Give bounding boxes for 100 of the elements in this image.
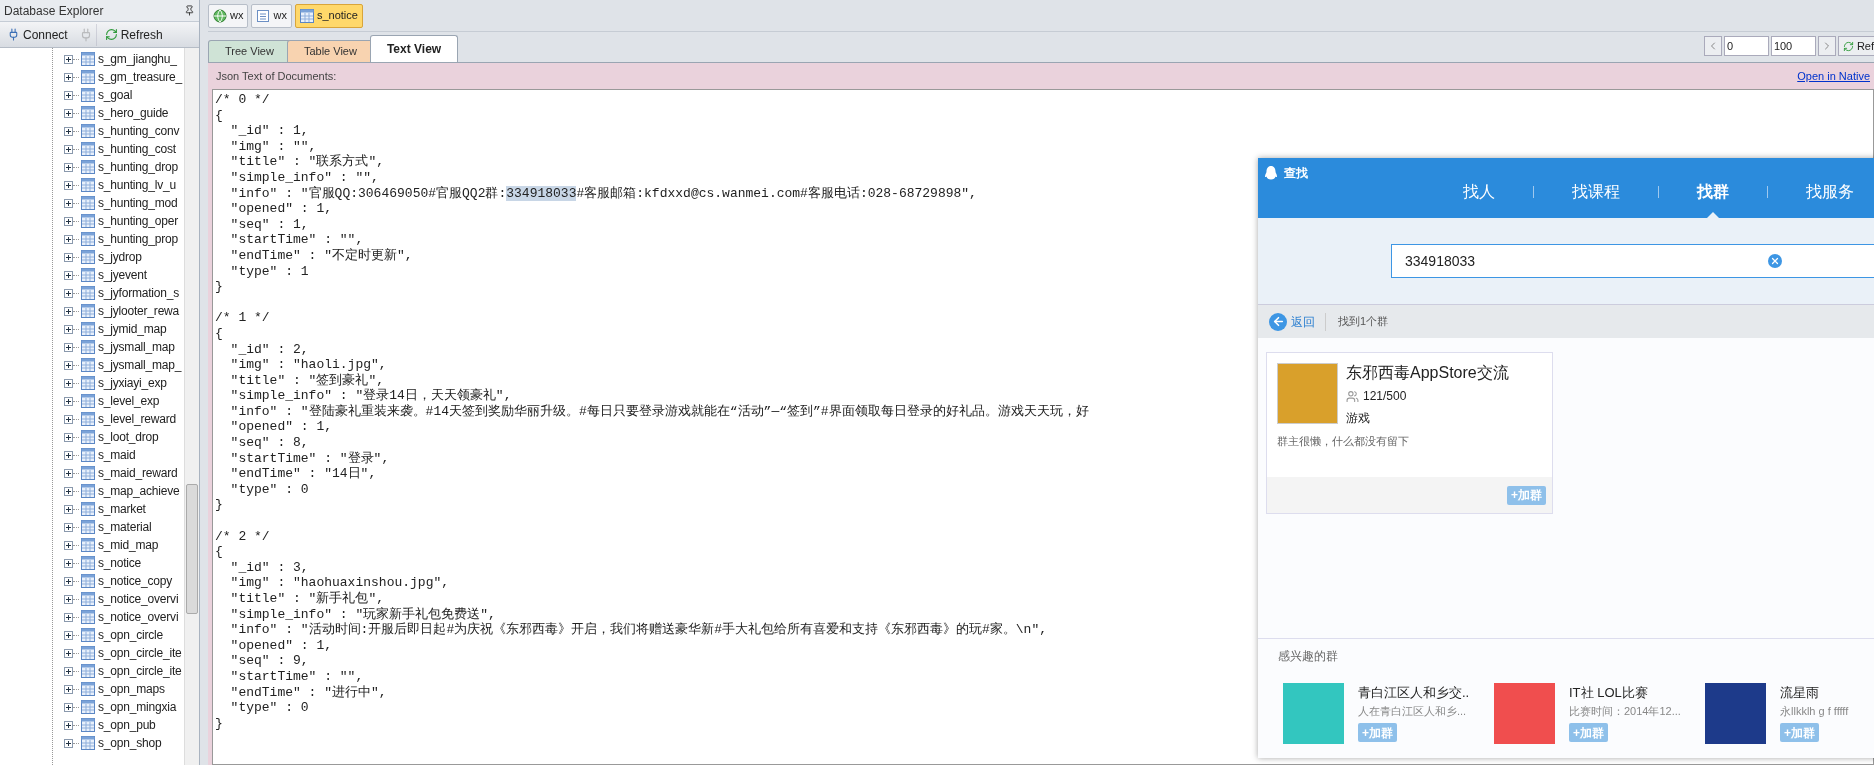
- expand-icon[interactable]: [64, 486, 73, 496]
- tree-item[interactable]: s_maid_reward: [98, 464, 178, 482]
- tree-item[interactable]: s_opn_circle: [98, 626, 163, 644]
- expand-icon[interactable]: [64, 360, 73, 370]
- tree-item[interactable]: s_hunting_prop: [98, 230, 178, 248]
- tree-item[interactable]: s_mid_map: [98, 536, 159, 554]
- tree-item[interactable]: s_jysmall_map_: [98, 356, 182, 374]
- limit-field[interactable]: 100: [1770, 36, 1816, 56]
- document-tab[interactable]: wx: [251, 3, 292, 28]
- search-field[interactable]: 334918033: [1391, 244, 1874, 278]
- expand-icon[interactable]: [64, 198, 73, 208]
- refresh-button[interactable]: Refresh: [100, 23, 167, 46]
- expand-icon[interactable]: [64, 144, 73, 154]
- tree-item[interactable]: s_hunting_oper: [98, 212, 178, 230]
- expand-icon[interactable]: [64, 90, 73, 100]
- tree-item[interactable]: s_goal: [98, 86, 133, 104]
- tree-item[interactable]: s_opn_circle_ite: [98, 662, 182, 680]
- skip-field[interactable]: 0: [1723, 36, 1769, 56]
- tree-item[interactable]: s_jyformation_s: [98, 284, 180, 302]
- pin-icon[interactable]: [184, 5, 195, 16]
- tree-item[interactable]: s_notice: [98, 554, 142, 572]
- expand-icon[interactable]: [64, 270, 73, 280]
- expand-icon[interactable]: [64, 630, 73, 640]
- tree-item[interactable]: s_hunting_conv: [98, 122, 180, 140]
- expand-icon[interactable]: [64, 720, 73, 730]
- expand-icon[interactable]: [64, 234, 73, 244]
- tree-item[interactable]: s_hunting_cost: [98, 140, 176, 158]
- expand-icon[interactable]: [64, 54, 73, 64]
- expand-icon[interactable]: [64, 306, 73, 316]
- expand-icon[interactable]: [64, 468, 73, 478]
- tree-item[interactable]: s_opn_pub: [98, 716, 156, 734]
- tree-item[interactable]: s_jydrop: [98, 248, 142, 266]
- document-tab[interactable]: wx: [208, 3, 249, 28]
- expand-icon[interactable]: [64, 576, 73, 586]
- connect-button[interactable]: Connect: [3, 23, 72, 46]
- expand-icon[interactable]: [64, 414, 73, 424]
- refresh-button[interactable]: Ref: [1837, 36, 1874, 56]
- tree-item[interactable]: s_opn_maps: [98, 680, 165, 698]
- view-tab[interactable]: Text View: [369, 35, 459, 62]
- tree-item[interactable]: s_jyevent: [98, 266, 147, 284]
- expand-icon[interactable]: [64, 216, 73, 226]
- expand-icon[interactable]: [64, 72, 73, 82]
- expand-icon[interactable]: [64, 162, 73, 172]
- expand-icon[interactable]: [64, 396, 73, 406]
- code-line: {: [215, 107, 223, 124]
- tree-item[interactable]: s_hunting_lv_u: [98, 176, 176, 194]
- expand-icon[interactable]: [64, 558, 73, 568]
- tree-item[interactable]: s_market: [98, 500, 146, 518]
- tree-item[interactable]: s_opn_mingxia: [98, 698, 177, 716]
- finder-tab[interactable]: 找服务: [1806, 180, 1854, 204]
- expand-icon[interactable]: [64, 252, 73, 262]
- tree-item[interactable]: s_hunting_mod: [98, 194, 178, 212]
- expand-icon[interactable]: [64, 684, 73, 694]
- expand-icon[interactable]: [64, 666, 73, 676]
- expand-icon[interactable]: [64, 450, 73, 460]
- expand-icon[interactable]: [64, 180, 73, 190]
- expand-icon[interactable]: [64, 126, 73, 136]
- expand-icon[interactable]: [64, 702, 73, 712]
- tree-item[interactable]: s_notice_copy: [98, 572, 173, 590]
- expand-icon[interactable]: [64, 108, 73, 118]
- expand-icon[interactable]: [64, 378, 73, 388]
- tree-item[interactable]: s_notice_overvi: [98, 608, 179, 626]
- expand-icon[interactable]: [64, 288, 73, 298]
- expand-icon[interactable]: [64, 540, 73, 550]
- expand-icon[interactable]: [64, 504, 73, 514]
- scrollbar[interactable]: [184, 48, 199, 765]
- tree-item[interactable]: s_jyxiayi_exp: [98, 374, 167, 392]
- finder-tab[interactable]: 找人: [1463, 180, 1495, 204]
- tree-item[interactable]: s_maid: [98, 446, 136, 464]
- tree-item[interactable]: s_jysmall_map: [98, 338, 175, 356]
- expand-icon[interactable]: [64, 648, 73, 658]
- expand-icon[interactable]: [64, 342, 73, 352]
- tree-item[interactable]: s_notice_overvi: [98, 590, 179, 608]
- tree-item[interactable]: s_jylooter_rewa: [98, 302, 180, 320]
- expand-icon[interactable]: [64, 432, 73, 442]
- tree-item[interactable]: s_map_achieve: [98, 482, 180, 500]
- finder-tab[interactable]: 找群: [1697, 180, 1729, 204]
- expand-icon[interactable]: [64, 324, 73, 334]
- tree-item[interactable]: s_jymid_map: [98, 320, 167, 338]
- expand-icon[interactable]: [64, 522, 73, 532]
- clear-icon[interactable]: [1768, 254, 1782, 268]
- tree-item[interactable]: s_level_reward: [98, 410, 176, 428]
- tree-item[interactable]: s_opn_shop: [98, 734, 162, 752]
- back-button[interactable]: 返回: [1269, 312, 1326, 331]
- tree-item[interactable]: s_gm_treasure_: [98, 68, 182, 86]
- scroll-thumb[interactable]: [186, 484, 198, 614]
- tree-item[interactable]: s_loot_drop: [98, 428, 159, 446]
- tree-item[interactable]: s_material: [98, 518, 152, 536]
- tree-item[interactable]: s_hero_guide: [98, 104, 169, 122]
- tree-item[interactable]: s_gm_jianghu_: [98, 50, 177, 68]
- document-tab[interactable]: s_notice: [294, 3, 363, 28]
- tree-item[interactable]: s_opn_circle_ite: [98, 644, 182, 662]
- expand-icon[interactable]: [64, 612, 73, 622]
- tree-item[interactable]: s_hunting_drop: [98, 158, 178, 176]
- expand-icon[interactable]: [64, 738, 73, 748]
- finder-tab[interactable]: 找课程: [1572, 180, 1620, 204]
- tree-item[interactable]: s_level_exp: [98, 392, 160, 410]
- expand-icon[interactable]: [64, 594, 73, 604]
- group-card[interactable]: 东邪西毒AppStore交流 121/500 游戏 群主很懒，什么都没有留下 +加群: [1266, 352, 1553, 514]
- open-native-link[interactable]: Open in Native: [1797, 67, 1870, 85]
